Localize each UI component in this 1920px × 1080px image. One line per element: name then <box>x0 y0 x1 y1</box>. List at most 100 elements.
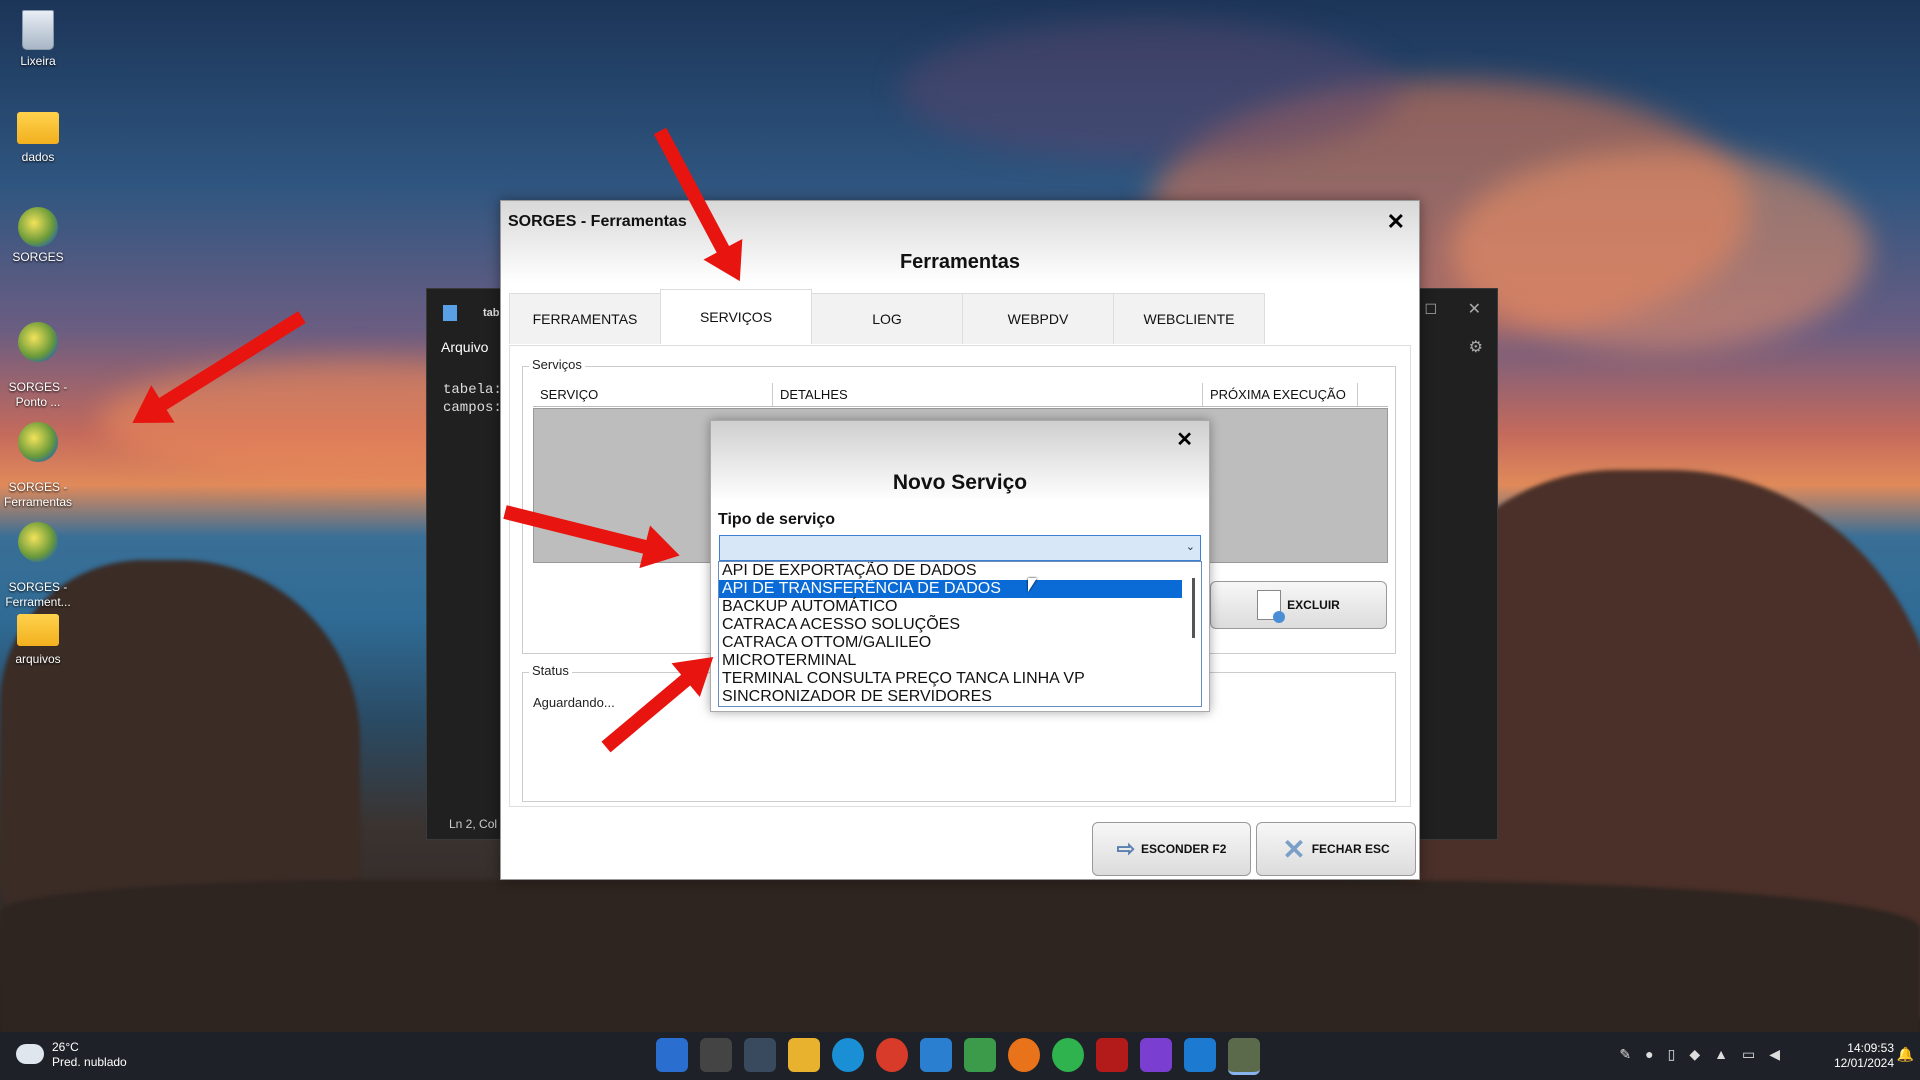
usb-icon[interactable]: ▯ <box>1668 1046 1676 1063</box>
desktop-icon-sorges-ferramentas[interactable]: SORGES - Ferramentas <box>0 404 76 510</box>
notepad-status: Ln 2, Col : <box>449 817 504 831</box>
shield-icon[interactable]: ◆ <box>1689 1046 1700 1063</box>
start-windows-icon[interactable] <box>656 1038 688 1072</box>
taskbar: 26°C Pred. nublado ✎ ● ▯ ◆ ▲ ▭ ◀ 14:09:5… <box>0 1032 1920 1080</box>
esconder-button[interactable]: ⇨ ESCONDER F2 <box>1092 822 1251 876</box>
desktop-icon-sorges-ponto[interactable]: SORGES - Ponto ... <box>0 304 76 410</box>
table-header: SERVIÇO DETALHES PRÓXIMA EXECUÇÃO <box>533 383 1388 407</box>
whatsapp-icon[interactable] <box>1052 1038 1084 1072</box>
filezilla-icon[interactable] <box>1096 1038 1128 1072</box>
weather-widget[interactable]: 26°C Pred. nublado <box>16 1040 127 1070</box>
column-header[interactable]: SERVIÇO <box>533 383 773 407</box>
desktop-icon-label: SORGES <box>12 250 64 264</box>
time: 14:09:53 <box>1847 1041 1894 1055</box>
clapper-icon[interactable] <box>1140 1038 1172 1072</box>
tab-webcliente[interactable]: WEBCLIENTE <box>1113 293 1265 344</box>
soccer-ball-icon[interactable] <box>700 1038 732 1072</box>
dialog-title: SORGES - Ferramentas <box>508 213 687 230</box>
volume-icon[interactable]: ◀ <box>1769 1046 1780 1063</box>
folder-icon <box>17 614 59 646</box>
sorges-app-icon <box>18 207 58 247</box>
tab-ferramentas[interactable]: FERRAMENTAS <box>509 293 661 344</box>
button-label: FECHAR ESC <box>1311 842 1390 856</box>
cloud-weather-icon <box>16 1044 44 1064</box>
folder-icon <box>17 112 59 144</box>
taskbar-apps <box>656 1038 1260 1075</box>
dropdown-option[interactable]: TERMINAL CONSULTA PREÇO TANCA LINHA VP <box>719 670 1182 688</box>
network-icon[interactable]: ▭ <box>1742 1046 1755 1063</box>
notepad-tab[interactable]: tab <box>483 307 500 319</box>
firefox-icon[interactable] <box>1008 1038 1040 1072</box>
mouse-cursor <box>1028 578 1037 592</box>
notepad-green-icon[interactable] <box>964 1038 996 1072</box>
close-icon[interactable]: ✕ <box>1468 299 1481 319</box>
desktop-icon-sorges[interactable]: SORGES <box>0 204 76 265</box>
arrow-right-icon: ⇨ <box>1116 836 1136 861</box>
status-text: Aguardando... <box>533 695 615 710</box>
system-tray: ✎ ● ▯ ◆ ▲ ▭ ◀ <box>1619 1046 1780 1063</box>
gear-icon[interactable]: ⚙ <box>1469 337 1483 357</box>
desktop-icon-label: SORGES - Ferrament... <box>5 580 71 609</box>
desktop-icon-arquivos[interactable]: arquivos <box>0 606 76 667</box>
dropdown-option[interactable]: BACKUP AUTOMÁTICO <box>719 598 1182 616</box>
notepad-text[interactable]: tabela: campos: <box>443 381 502 417</box>
group-label: Serviços <box>529 357 585 372</box>
close-icon[interactable]: ✕ <box>1176 427 1193 452</box>
desktop-icon-label: Lixeira <box>20 54 56 68</box>
tab-bar: FERRAMENTAS SERVIÇOS LOG WEBPDV WEBCLIEN… <box>509 289 1265 345</box>
tab-log[interactable]: LOG <box>811 293 963 344</box>
app-tray-icon[interactable]: ▲ <box>1714 1046 1728 1063</box>
notification-bell-icon[interactable]: 🔔 <box>1897 1046 1914 1063</box>
desktop-icon-label: dados <box>21 150 55 164</box>
dropdown-option[interactable]: SINCRONIZADOR DE SERVIDORES <box>719 688 1182 706</box>
tab-webpdv[interactable]: WEBPDV <box>962 293 1114 344</box>
button-label: ESCONDER F2 <box>1141 842 1227 856</box>
desktop-icon-dados[interactable]: dados <box>0 104 76 165</box>
dialog-heading: Novo Serviço <box>892 471 1028 494</box>
desktop-icon-label: arquivos <box>15 652 61 666</box>
gear-app-icon[interactable] <box>744 1038 776 1072</box>
dropdown-option[interactable]: CATRACA ACESSO SOLUÇÕES <box>719 616 1182 634</box>
clock[interactable]: 14:09:53 12/01/2024 <box>1834 1041 1894 1071</box>
chrome-browser-icon[interactable] <box>876 1038 908 1072</box>
delete-document-icon <box>1257 590 1286 623</box>
excluir-button[interactable]: EXCLUIR <box>1210 581 1387 629</box>
column-header[interactable]: DETALHES <box>772 383 1203 407</box>
menu-arquivo[interactable]: Arquivo <box>441 339 488 355</box>
recycle-bin-icon <box>22 10 54 50</box>
close-x-icon: ✕ <box>1282 833 1306 865</box>
edge-browser-icon[interactable] <box>832 1038 864 1072</box>
column-header[interactable]: PRÓXIMA EXECUÇÃO <box>1202 383 1358 407</box>
text-line: campos: <box>443 400 502 416</box>
temperature: 26°C <box>52 1040 79 1054</box>
tipo-servico-select[interactable]: ⌄ <box>719 535 1201 561</box>
fechar-button[interactable]: ✕ FECHAR ESC <box>1256 822 1416 876</box>
dialog-heading: Ferramentas <box>899 251 1021 273</box>
maximize-icon[interactable]: ☐ <box>1424 301 1437 318</box>
dropdown-option[interactable]: CATRACA OTTOM/GALILEO <box>719 634 1182 652</box>
sorges-app-icon <box>18 522 58 562</box>
dropdown-scrollbar[interactable] <box>1192 578 1195 638</box>
tab-servicos[interactable]: SERVIÇOS <box>660 289 812 344</box>
tipo-servico-dropdown[interactable]: API DE EXPORTAÇÃO DE DADOS API DE TRANSF… <box>718 561 1202 707</box>
desktop-icon-lixeira[interactable]: Lixeira <box>0 6 76 69</box>
pen-icon[interactable]: ✎ <box>1619 1046 1631 1063</box>
close-icon[interactable]: ✕ <box>1387 209 1405 235</box>
notepad-icon <box>443 305 457 321</box>
chevron-down-icon[interactable]: ⌄ <box>1186 540 1195 553</box>
button-label: EXCLUIR <box>1287 598 1340 612</box>
text-line: tabela: <box>443 382 502 398</box>
dropdown-option[interactable]: MICROTERMINAL <box>719 652 1182 670</box>
sorges-taskbar-icon[interactable] <box>1228 1038 1260 1075</box>
dropdown-option-highlighted[interactable]: API DE TRANSFERÊNCIA DE DADOS <box>719 580 1182 598</box>
dropdown-option[interactable]: API DE EXPORTAÇÃO DE DADOS <box>719 562 1182 580</box>
notepad-icon[interactable] <box>1184 1038 1216 1072</box>
tipo-servico-label: Tipo de serviço <box>718 511 836 528</box>
desktop-icon-sorges-ferramentas-2[interactable]: SORGES - Ferrament... <box>0 504 76 610</box>
sorges-app-icon <box>18 422 58 462</box>
services-table: SERVIÇO DETALHES PRÓXIMA EXECUÇÃO <box>533 383 1388 407</box>
store-icon[interactable] <box>920 1038 952 1072</box>
sorges-tray-icon[interactable]: ● <box>1645 1046 1653 1063</box>
group-label: Status <box>529 663 572 678</box>
file-explorer-icon[interactable] <box>788 1038 820 1072</box>
